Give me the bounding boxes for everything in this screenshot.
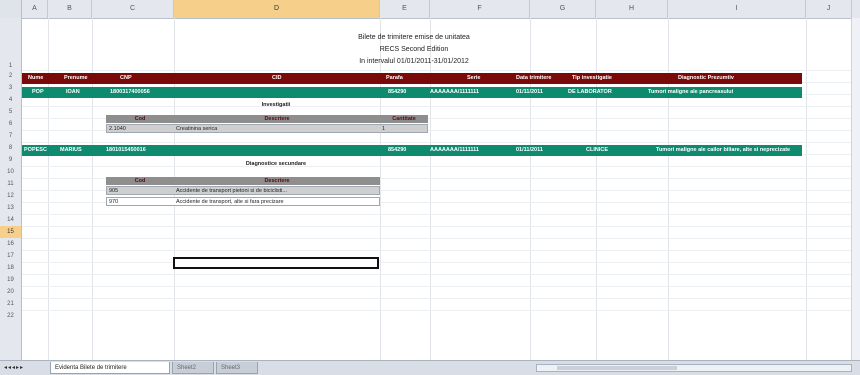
header-parafa: Parafa xyxy=(386,75,403,81)
report-title-line-3: In intervalul 01/01/2011-31/01/2012 xyxy=(359,58,469,65)
column-header-f[interactable]: F xyxy=(430,0,530,18)
horizontal-scroll-thumb[interactable] xyxy=(557,366,677,370)
row-header-7[interactable]: 7 xyxy=(0,130,22,142)
patient-1-prenume: IOAN xyxy=(66,89,80,95)
row-header-6[interactable]: 6 xyxy=(0,118,22,130)
row-header-2[interactable]: 2 xyxy=(0,70,22,82)
row-header-11[interactable]: 11 xyxy=(0,178,22,190)
patient-2-diagnostic: Tumori maligne ale cailor biliare, alte … xyxy=(656,147,791,153)
patient-row-2[interactable]: POPESC MARIUS 1801015450016 854290 AAAAA… xyxy=(22,145,802,156)
patient-row-1[interactable]: POP IOAN 1800317400056 854290 AAAAAAA/11… xyxy=(22,87,802,98)
row-header-3[interactable]: 3 xyxy=(0,82,22,94)
row-header-8[interactable]: 8 xyxy=(0,142,22,154)
active-cell-selection[interactable] xyxy=(173,257,379,269)
column-header-j[interactable]: J xyxy=(806,0,852,18)
tab-sheet2[interactable]: Sheet2 xyxy=(172,362,214,374)
investigatii-descriere: Creatinina serica xyxy=(176,126,218,132)
row-header-1[interactable]: 1 xyxy=(0,18,22,70)
header-nume: Nume xyxy=(28,75,44,81)
row-header-22[interactable]: 22 xyxy=(0,310,22,360)
column-header-c[interactable]: C xyxy=(92,0,174,18)
tab-evidenta-bilete[interactable]: Evidenta Bilete de trimitere xyxy=(50,362,170,374)
patient-1-tip-investigatie: DE LABORATOR xyxy=(568,89,612,95)
row-header-5[interactable]: 5 xyxy=(0,106,22,118)
row-header-15[interactable]: 15 xyxy=(0,226,22,238)
diagnostice-header-descriere: Descriere xyxy=(264,178,290,184)
diagnostice-cod: 970 xyxy=(109,199,119,205)
patient-2-prenume: MARIUS xyxy=(60,147,82,153)
investigatii-header-cod: Cod xyxy=(134,116,146,122)
column-header-i[interactable]: I xyxy=(668,0,806,18)
column-header-e[interactable]: E xyxy=(380,0,430,18)
investigatii-header-row: Cod Descriere Cantitate xyxy=(106,115,428,123)
diagnostice-title: Diagnostice secundare xyxy=(245,161,307,167)
row-header-14[interactable]: 14 xyxy=(0,214,22,226)
row-header-10[interactable]: 10 xyxy=(0,166,22,178)
tab-sheet3[interactable]: Sheet3 xyxy=(216,362,258,374)
column-header-d[interactable]: D xyxy=(174,0,380,18)
column-header-a[interactable]: A xyxy=(22,0,48,18)
select-all-corner[interactable] xyxy=(0,0,22,18)
main-header-row: Nume Prenume CNP CID Parafa Serie Data t… xyxy=(22,73,802,84)
investigatii-header-cantitate: Cantitate xyxy=(392,116,416,122)
row-header-16[interactable]: 16 xyxy=(0,238,22,250)
patient-2-nume: POPESC xyxy=(24,147,47,153)
header-cnp: CNP xyxy=(120,75,132,81)
investigatii-header-descriere: Descriere xyxy=(264,116,290,122)
diagnostice-cod: 905 xyxy=(109,188,119,194)
row-header-12[interactable]: 12 xyxy=(0,190,22,202)
row-header-9[interactable]: 9 xyxy=(0,154,22,166)
patient-1-cnp: 1800317400056 xyxy=(110,89,150,95)
header-data-trimitere: Data trimitere xyxy=(516,75,552,81)
sheet-navigation-arrows-icon[interactable]: ◂◂◂▸▸ xyxy=(4,364,48,373)
column-header-b[interactable]: B xyxy=(48,0,92,18)
row-header-20[interactable]: 20 xyxy=(0,286,22,298)
report-title-line-2: RECS Second Edition xyxy=(379,46,449,53)
header-prenume: Prenume xyxy=(64,75,88,81)
investigatii-row[interactable]: 2.1040 Creatinina serica 1 xyxy=(106,124,428,133)
row-header-13[interactable]: 13 xyxy=(0,202,22,214)
report-title-line-1: Bilete de trimitere emise de unitatea xyxy=(358,34,470,41)
diagnostice-descriere: Accidente de transport, alte si fara pre… xyxy=(176,199,284,205)
patient-1-data-trimitere: 01/11/2011 xyxy=(516,89,543,95)
sheet-tab-bar: ◂◂◂▸▸ Evidenta Bilete de trimitere Sheet… xyxy=(0,360,860,375)
row-header-18[interactable]: 18 xyxy=(0,262,22,274)
patient-1-diagnostic: Tumori maligne ale pancreasului xyxy=(648,89,734,95)
diagnostice-row[interactable]: 905 Accidente de transport pietoni si de… xyxy=(106,186,380,195)
column-header-bar: A B C D E F G H I J xyxy=(22,0,860,19)
diagnostice-header-row: Cod Descriere xyxy=(106,177,380,185)
patient-1-serie: AAAAAAA/1111111 xyxy=(430,89,479,95)
patient-2-data-trimitere: 01/11/2011 xyxy=(516,147,543,153)
investigatii-title: Investigatii xyxy=(261,102,291,108)
row-header-4[interactable]: 4 xyxy=(0,94,22,106)
diagnostice-row[interactable]: 970 Accidente de transport, alte si fara… xyxy=(106,197,380,206)
row-header-19[interactable]: 19 xyxy=(0,274,22,286)
column-header-g[interactable]: G xyxy=(530,0,596,18)
vertical-scrollbar[interactable] xyxy=(851,18,860,360)
spreadsheet: A B C D E F G H I J 1 2 3 4 5 6 7 8 9 10… xyxy=(0,0,860,375)
header-cid: CID xyxy=(272,75,282,81)
diagnostice-descriere: Accidente de transport pietoni si de bic… xyxy=(176,188,287,194)
row-header-21[interactable]: 21 xyxy=(0,298,22,310)
patient-1-parafa: 854290 xyxy=(388,89,407,95)
header-tip-investigatie: Tip investigatie xyxy=(572,75,612,81)
patient-2-cnp: 1801015450016 xyxy=(106,147,146,153)
investigatii-cod: 2.1040 xyxy=(109,126,126,132)
column-header-h[interactable]: H xyxy=(596,0,668,18)
investigatii-cantitate: 1 xyxy=(382,126,386,132)
patient-1-nume: POP xyxy=(32,89,44,95)
row-header-17[interactable]: 17 xyxy=(0,250,22,262)
header-serie: Serie xyxy=(467,75,481,81)
patient-2-parafa: 854290 xyxy=(388,147,407,153)
patient-2-tip-investigatie: CLINICE xyxy=(586,147,608,153)
horizontal-scrollbar[interactable] xyxy=(536,364,852,372)
diagnostice-header-cod: Cod xyxy=(134,178,146,184)
header-diagnostic-prezumtiv: Diagnostic Prezumtiv xyxy=(678,75,734,81)
patient-2-serie: AAAAAAA/1111111 xyxy=(430,147,479,153)
